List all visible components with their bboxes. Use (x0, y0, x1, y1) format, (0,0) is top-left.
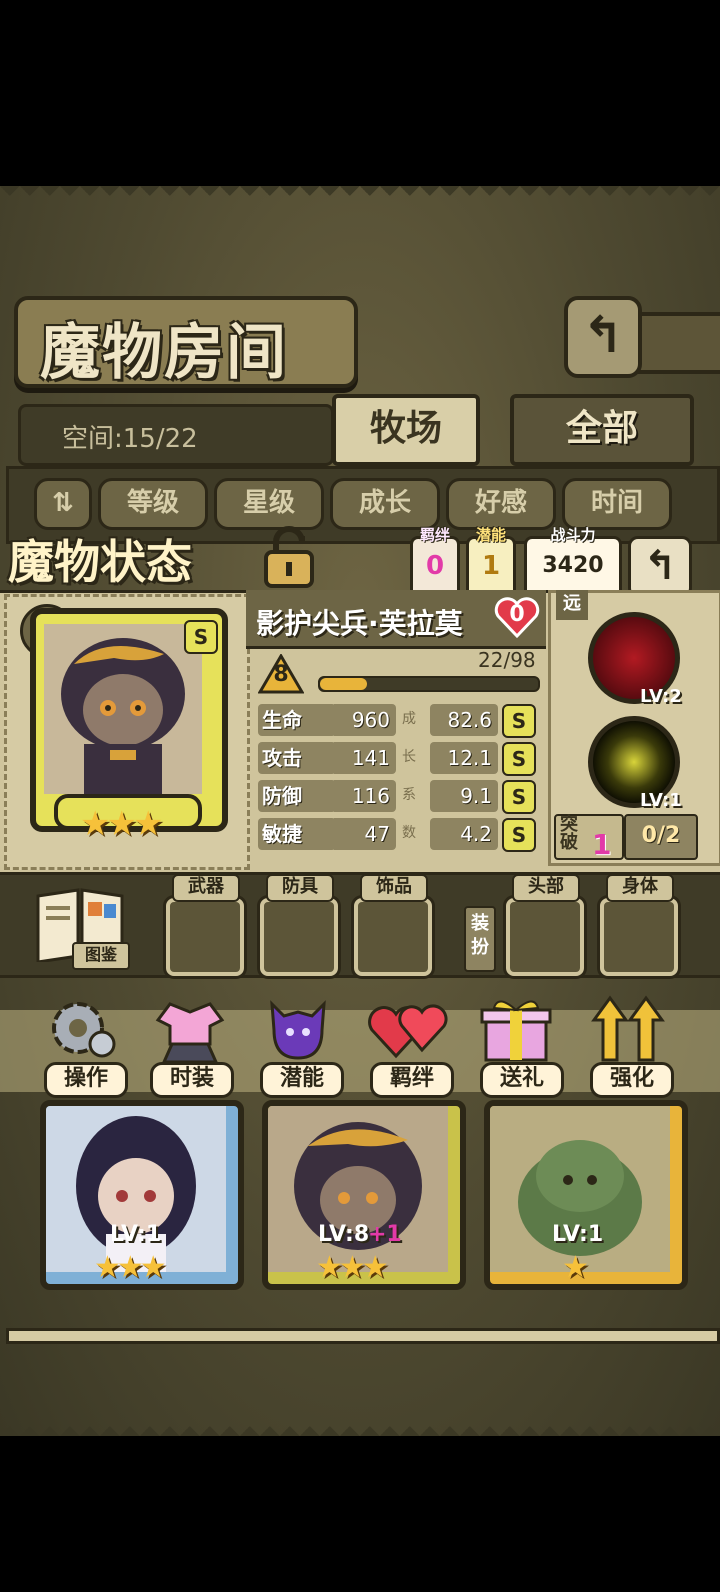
filter-time[interactable]: 时间 (562, 478, 672, 530)
grade-badge-hp: S (502, 704, 536, 738)
return-arrow-icon: ↰ (582, 306, 624, 364)
filter-growth[interactable]: 成长 (330, 478, 440, 530)
potential-label: 潜能 (475, 526, 506, 544)
card-1-level: LV:1 (110, 1222, 162, 1247)
breakthrough-progress[interactable]: 0/2 (624, 814, 698, 860)
exp-text: 22/98 (478, 648, 536, 672)
growth-char-2: 长 (402, 749, 416, 765)
card-2-level-plus: +1 (368, 1222, 402, 1247)
rank-badge: S (184, 620, 218, 654)
stat-value-agi: 47 (334, 818, 396, 850)
tab-all[interactable]: 全部 (510, 394, 694, 466)
card-3-level: LV:1 (552, 1222, 604, 1247)
filter-level[interactable]: 等级 (98, 478, 208, 530)
codex-label[interactable]: 图鉴 (72, 942, 130, 970)
grade-badge-atk: S (502, 742, 536, 776)
action-enhance[interactable]: 强化 (590, 1062, 674, 1098)
bottom-zigzag-border (0, 1416, 720, 1436)
stat-value-hp: 960 (334, 704, 396, 736)
grade-badge-agi: S (502, 818, 536, 852)
growth-value-def: 9.1 (430, 780, 498, 812)
stat-value-def: 116 (334, 780, 396, 812)
slot-armor[interactable] (260, 898, 338, 976)
slot-weapon[interactable] (166, 898, 244, 976)
growth-char-4: 数 (402, 825, 416, 841)
slot-head[interactable] (506, 898, 584, 976)
star-rating: ★★★ (80, 804, 163, 844)
status-title: 魔物状态 (8, 535, 192, 589)
action-gift[interactable]: 送礼 (480, 1062, 564, 1098)
tab-pasture[interactable]: 牧场 (332, 394, 480, 466)
slot-body[interactable] (600, 898, 678, 976)
stat-value-atk: 141 (334, 742, 396, 774)
card-3-stars: ★ (562, 1250, 589, 1285)
stat-label-hp: 生命 (258, 704, 336, 736)
growth-value-atk: 12.1 (430, 742, 498, 774)
growth-char-3: 系 (402, 787, 416, 803)
action-operate[interactable]: 操作 (44, 1062, 128, 1098)
sort-order-button[interactable]: ⇅ (34, 478, 92, 530)
page-title: 魔物房间 (40, 318, 288, 388)
game-screen: 魔物房间 ↰ 空间:15/22 牧场 全部 ⇅ 等级 星级 成长 好感 时间 魔… (0, 186, 720, 1436)
slot-body-label: 身体 (606, 874, 674, 902)
breakthrough-count: 1 (592, 828, 612, 861)
growth-char-1: 成 (402, 711, 416, 727)
power-value: 3420 (542, 553, 604, 578)
card-2-stars: ★★★ (316, 1250, 389, 1285)
power-stat: 战斗力 3420 (524, 527, 622, 598)
monster-portrait[interactable] (44, 624, 202, 794)
slot-head-label: 头部 (512, 874, 580, 902)
range-tag: 远 (556, 590, 588, 620)
slot-accessory[interactable] (354, 898, 432, 976)
bond-stat: 羁绊 0 (410, 527, 460, 598)
stat-label-agi: 敏捷 (258, 818, 336, 850)
slot-armor-label: 防具 (266, 874, 334, 902)
bond-value: 0 (425, 551, 445, 581)
return-arrow-icon: ↰ (643, 543, 677, 589)
power-label: 战斗力 (550, 526, 596, 544)
back-button[interactable]: ↰ (564, 296, 642, 378)
action-costume[interactable]: 时装 (150, 1062, 234, 1098)
breakthrough-label: 突破 (560, 814, 578, 853)
gift-icon (480, 1000, 552, 1062)
top-zigzag-border (0, 186, 720, 206)
stat-label-def: 防御 (258, 780, 336, 812)
dress-label: 装扮 (464, 906, 496, 972)
growth-value-agi: 4.2 (430, 818, 498, 850)
monster-name: 影护尖兵·芙拉莫 (256, 607, 463, 640)
grade-badge-def: S (502, 780, 536, 814)
level-value: 8 (273, 662, 289, 687)
lock-icon[interactable] (258, 526, 320, 588)
slot-weapon-label: 武器 (172, 874, 240, 902)
potential-demon-icon (270, 1000, 326, 1060)
action-potential[interactable]: 潜能 (260, 1062, 344, 1098)
upgrade-arrow-icon (591, 995, 665, 1062)
sort-order-icon: ⇅ (52, 488, 74, 518)
bond-hearts-icon (368, 1004, 448, 1059)
card-2-level: LV:8 (318, 1222, 370, 1247)
stat-label-atk: 攻击 (258, 742, 336, 774)
bond-label: 羁绊 (419, 526, 450, 544)
card-1-stars: ★★★ (94, 1250, 167, 1285)
costume-icon (155, 1002, 225, 1064)
potential-value: 1 (481, 551, 501, 581)
bottom-frame (6, 1328, 720, 1344)
gear-icon (52, 1002, 116, 1058)
space-label: 空间:15/22 (62, 424, 198, 454)
potential-stat: 潜能 1 (466, 527, 516, 598)
growth-value-hp: 82.6 (430, 704, 498, 736)
affection-value: 0 (509, 602, 525, 627)
back-strip (634, 312, 720, 374)
skill-2-level: LV:1 (640, 790, 682, 811)
exp-fill (320, 678, 367, 690)
monster-card-3[interactable] (484, 1100, 688, 1290)
action-bond[interactable]: 羁绊 (370, 1062, 454, 1098)
filter-affection[interactable]: 好感 (446, 478, 556, 530)
filter-star[interactable]: 星级 (214, 478, 324, 530)
skill-1-level: LV:2 (640, 686, 682, 707)
slot-accessory-label: 饰品 (360, 874, 428, 902)
close-status-button[interactable]: ↰ (628, 536, 692, 598)
